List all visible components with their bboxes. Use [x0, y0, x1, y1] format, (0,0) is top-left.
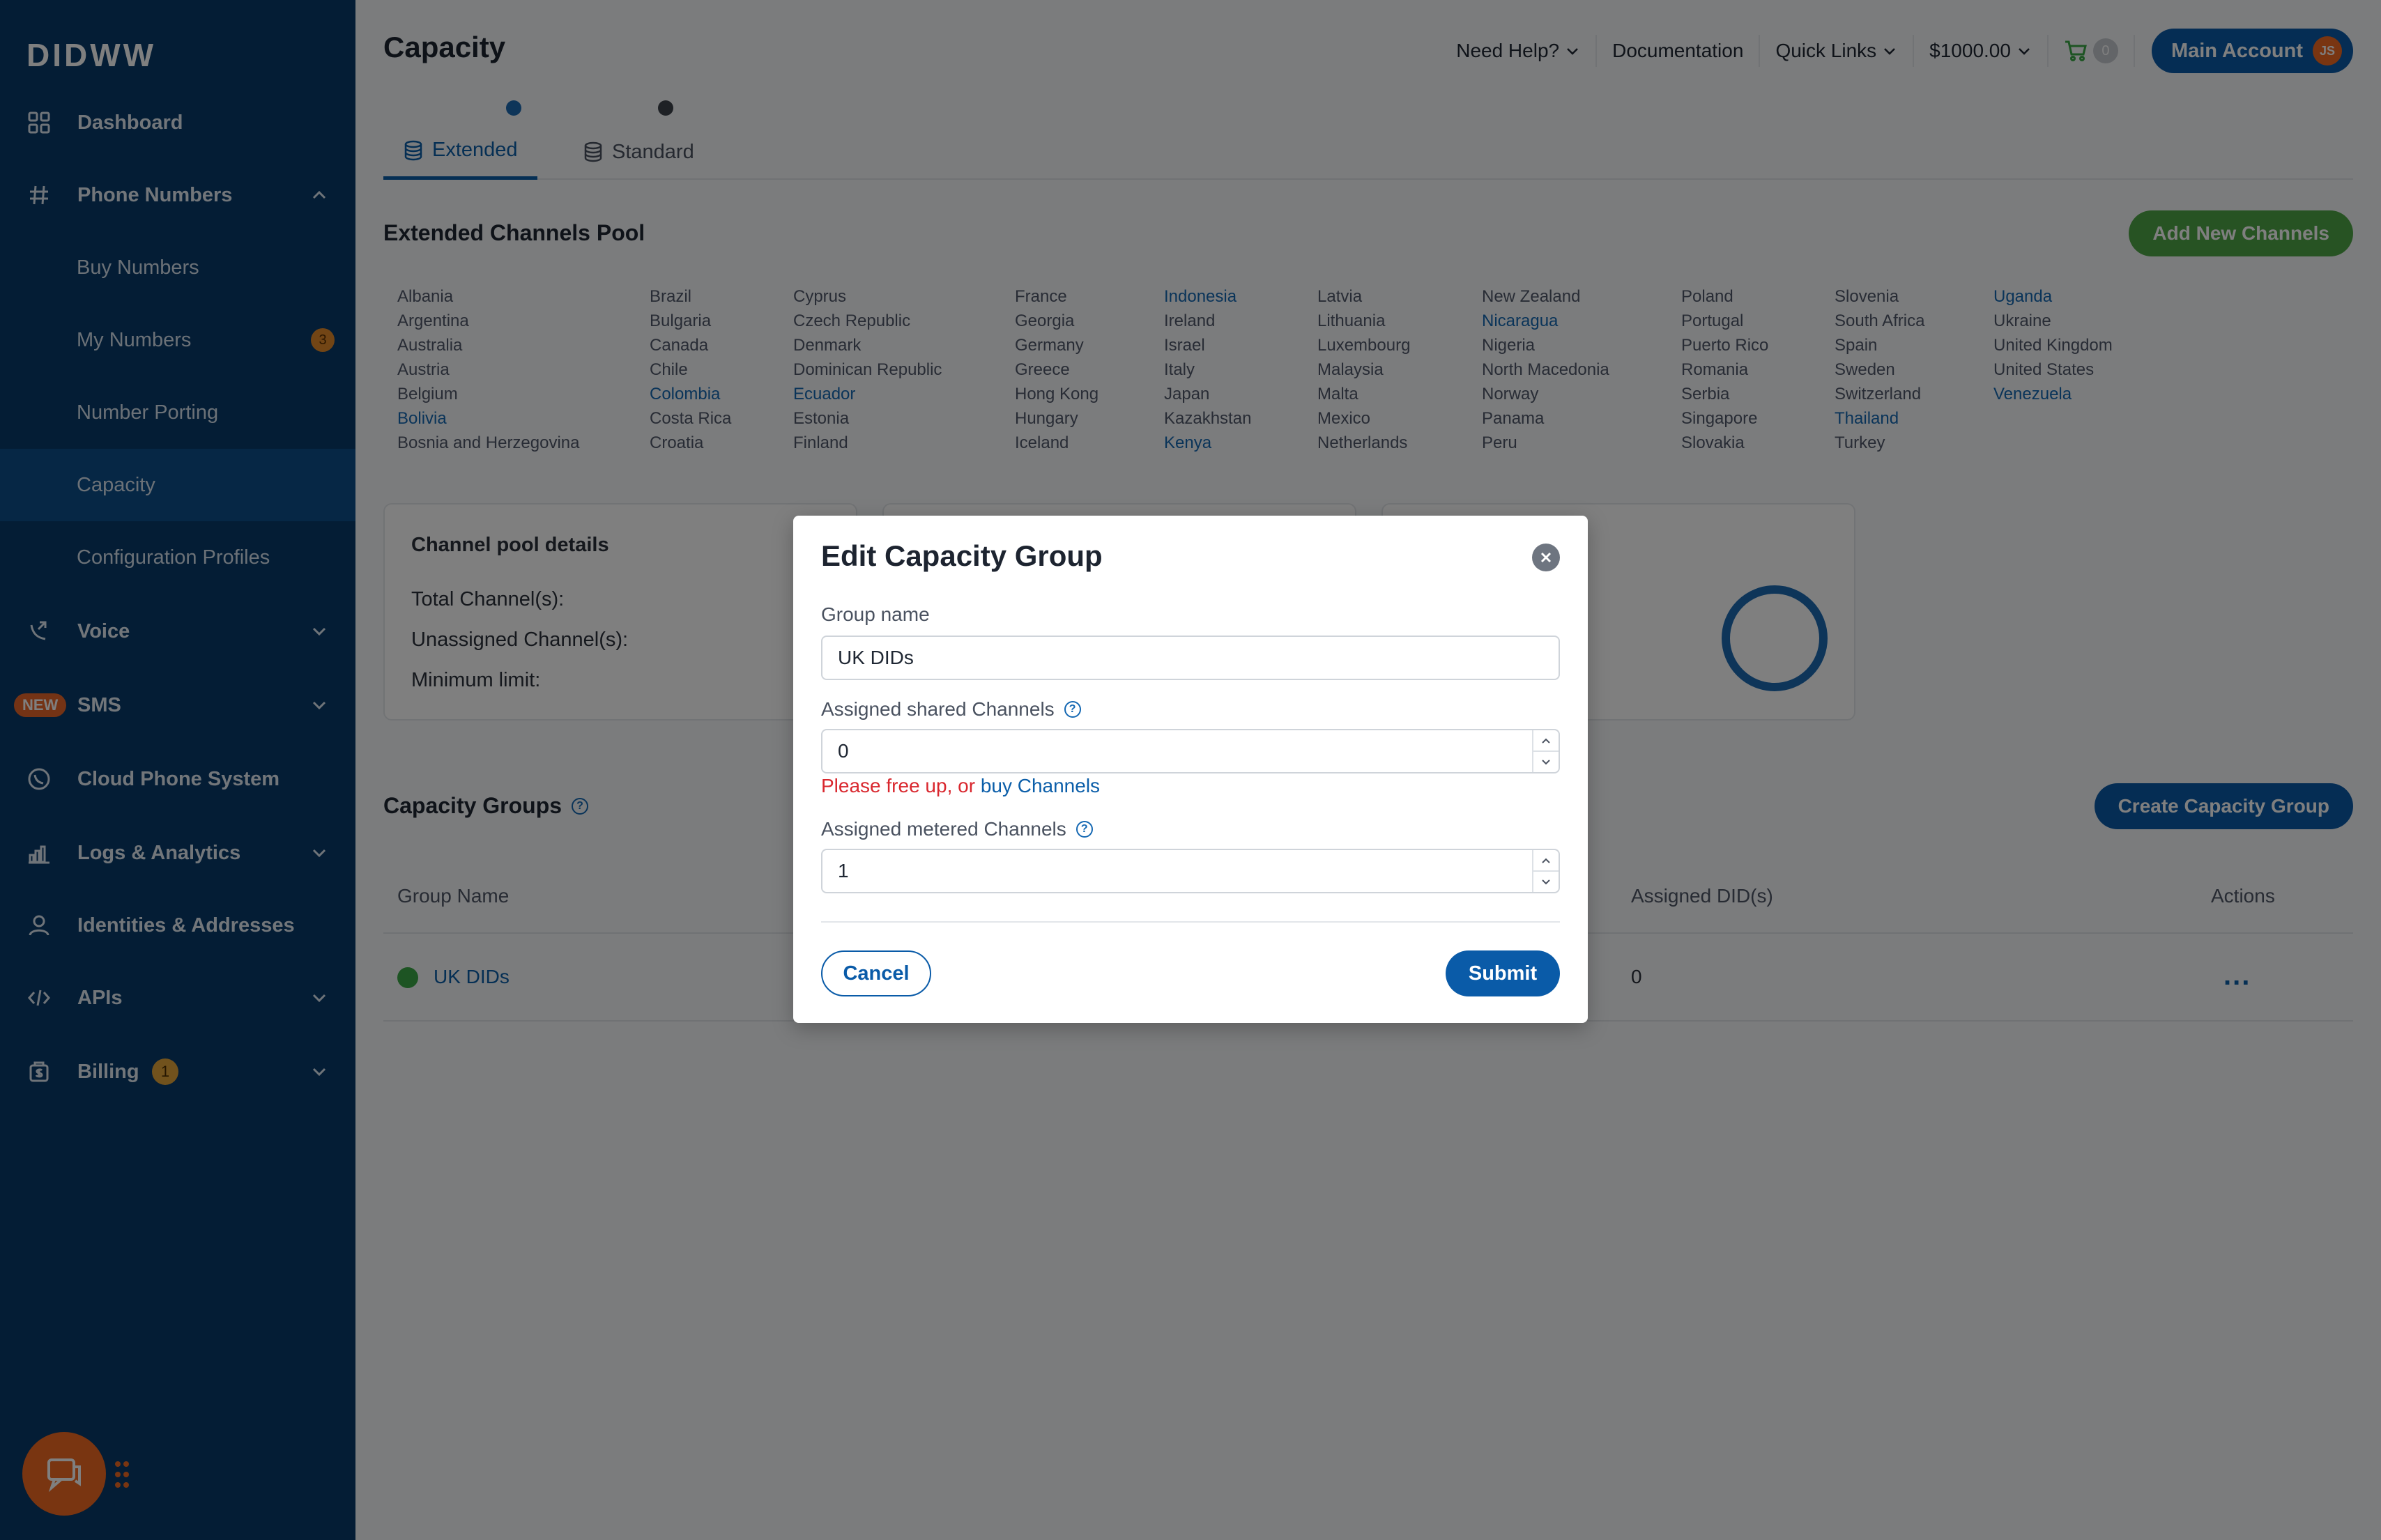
help-icon[interactable]: ? [1064, 701, 1081, 718]
group-name-label-text: Group name [821, 603, 930, 625]
stepper-down-button[interactable] [1533, 872, 1559, 892]
assigned-shared-channels-value: 0 [838, 740, 849, 762]
stepper-up-button[interactable] [1533, 730, 1559, 752]
chevron-down-icon [1542, 759, 1550, 764]
group-name-input-value: UK DIDs [838, 647, 914, 668]
validation-error: Please free up, or buy Channels [821, 775, 1100, 797]
close-icon [1540, 552, 1552, 563]
group-name-input[interactable]: UK DIDs [821, 636, 1560, 680]
modal-divider [821, 921, 1560, 923]
group-name-label: Group name [821, 603, 930, 626]
buy-channels-link[interactable]: buy Channels [981, 775, 1100, 796]
assigned-metered-channels-label-text: Assigned metered Channels [821, 818, 1066, 840]
cancel-button[interactable]: Cancel [821, 950, 931, 996]
modal-title: Edit Capacity Group [821, 539, 1103, 572]
close-button[interactable] [1532, 544, 1560, 571]
submit-button[interactable]: Submit [1446, 950, 1560, 996]
assigned-metered-channels-label: Assigned metered Channels ? [821, 818, 1093, 840]
help-icon[interactable]: ? [1075, 821, 1093, 838]
assigned-metered-channels-input[interactable]: 1 [821, 849, 1560, 893]
chevron-down-icon [1542, 879, 1550, 884]
assigned-metered-channels-value: 1 [838, 860, 849, 881]
assigned-shared-channels-input[interactable]: 0 [821, 729, 1560, 773]
edit-capacity-group-modal: Edit Capacity Group Group name UK DIDs A… [793, 516, 1588, 1023]
number-stepper[interactable] [1532, 730, 1559, 772]
stepper-up-button[interactable] [1533, 850, 1559, 872]
stepper-down-button[interactable] [1533, 752, 1559, 772]
chevron-up-icon [1542, 858, 1550, 863]
chevron-up-icon [1542, 738, 1550, 744]
assigned-shared-channels-label: Assigned shared Channels ? [821, 698, 1081, 721]
number-stepper[interactable] [1532, 850, 1559, 892]
assigned-shared-channels-label-text: Assigned shared Channels [821, 698, 1055, 720]
validation-error-text: Please free up, or [821, 775, 976, 796]
